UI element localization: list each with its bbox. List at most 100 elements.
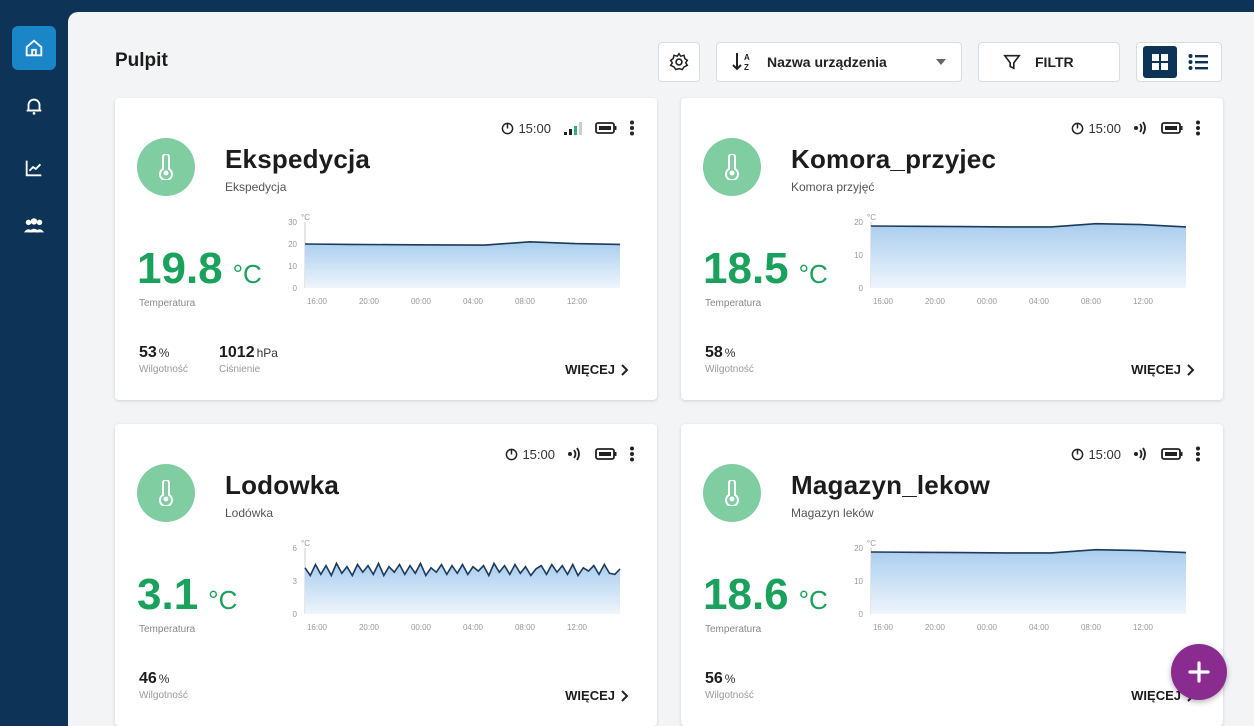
y-tick-label: 10	[854, 577, 863, 586]
humidity-unit: %	[724, 672, 736, 686]
x-tick-label: 20:00	[359, 297, 380, 306]
x-tick-label: 16:00	[307, 623, 328, 632]
y-tick-label: 6	[293, 544, 298, 553]
wifi-signal-icon	[568, 447, 580, 461]
y-tick-label: 30	[288, 218, 297, 227]
temperature-value: 19.8	[137, 244, 223, 293]
pressure-value: 1012	[219, 344, 255, 361]
temperature-label: Temperatura	[139, 298, 196, 309]
last-update-time: 15:00	[522, 446, 555, 462]
y-tick-label: 0	[859, 284, 864, 293]
y-tick-label: 3	[293, 577, 298, 586]
wifi-signal-icon	[1134, 121, 1146, 135]
y-tick-label: 20	[288, 240, 297, 249]
x-tick-label: 04:00	[463, 623, 484, 632]
pressure-unit: hPa	[256, 346, 278, 360]
sort-label: Nazwa urządzenia	[767, 54, 887, 70]
sort-dropdown[interactable]: AZ Nazwa urządzenia	[716, 42, 962, 82]
sort-az-icon: AZ	[732, 53, 750, 72]
series-area	[871, 549, 1186, 614]
y-tick-label: 0	[859, 610, 864, 619]
more-options-icon[interactable]	[1195, 446, 1201, 462]
plus-icon	[1188, 661, 1210, 683]
temperature-chart: 6 3 0 °C 16:00 20:00 00:00 04:00 08:00 12:00	[293, 539, 621, 632]
device-name: Magazyn_lekow	[791, 470, 991, 500]
temperature-value: 18.6	[703, 570, 789, 619]
sidebar-item-users[interactable]	[12, 204, 56, 248]
x-tick-label: 08:00	[1081, 623, 1102, 632]
clock-icon	[506, 448, 518, 460]
x-tick-label: 12:00	[1133, 297, 1154, 306]
x-tick-label: 04:00	[463, 297, 484, 306]
x-tick-label: 04:00	[1029, 297, 1050, 306]
x-tick-label: 12:00	[567, 623, 588, 632]
temperature-chart: 20 10 0 °C 16:00 20:00 00:00 04:00 08:00 12:00	[854, 213, 1187, 306]
y-axis-unit: °C	[301, 213, 310, 222]
y-tick-label: 0	[293, 610, 298, 619]
humidity-value: 53	[139, 344, 157, 361]
last-update: 15:00	[1071, 121, 1121, 136]
x-tick-label: 00:00	[411, 623, 432, 632]
more-options-icon[interactable]	[629, 120, 635, 136]
clock-icon	[502, 122, 514, 134]
more-label: WIĘCEJ	[1131, 362, 1181, 377]
device-name: Komora_przyjec	[791, 144, 997, 174]
thermometer-icon	[159, 480, 173, 506]
humidity-value: 56	[705, 670, 723, 687]
humidity-stat: 56% Wilgotność	[705, 670, 754, 701]
humidity-stat: 46% Wilgotność	[139, 670, 188, 701]
chevron-right-icon	[621, 689, 629, 702]
humidity-label: Wilgotność	[139, 690, 188, 701]
x-tick-label: 16:00	[307, 297, 328, 306]
device-name: Lodowka	[225, 470, 340, 500]
temperature-value-block: 18.5 °C	[703, 244, 828, 294]
caret-down-icon	[936, 59, 946, 65]
users-icon	[23, 218, 45, 233]
sidebar-nav	[0, 0, 68, 726]
y-tick-label: 20	[854, 218, 863, 227]
humidity-value: 58	[705, 344, 723, 361]
humidity-unit: %	[158, 346, 170, 360]
more-link[interactable]: WIĘCEJ	[1131, 362, 1195, 377]
more-link[interactable]: WIĘCEJ	[565, 362, 629, 377]
x-tick-label: 20:00	[925, 623, 946, 632]
sidebar-item-alerts[interactable]	[12, 84, 56, 128]
y-tick-label: 0	[293, 284, 298, 293]
humidity-value: 46	[139, 670, 157, 687]
list-view-button[interactable]	[1181, 46, 1215, 78]
humidity-stat: 53% Wilgotność	[139, 344, 188, 375]
last-update-time: 15:00	[1088, 120, 1121, 136]
more-options-icon[interactable]	[629, 446, 635, 462]
temperature-label: Temperatura	[139, 624, 196, 635]
card-status-bar: 15:00	[505, 446, 635, 462]
humidity-unit: %	[158, 672, 170, 686]
y-tick-label: 10	[288, 262, 297, 271]
filter-button[interactable]: FILTR	[978, 42, 1120, 82]
add-device-button[interactable]	[1171, 644, 1227, 700]
device-description: Lodówka	[225, 506, 274, 520]
temperature-label: Temperatura	[705, 624, 762, 635]
x-tick-label: 16:00	[873, 297, 894, 306]
temperature-chart: 30 20 10 0 °C 16:00 20:00 00:00 04:00 08:00 12:00	[288, 213, 621, 306]
clock-icon	[1072, 122, 1084, 134]
grid-view-button[interactable]	[1143, 46, 1177, 78]
x-tick-label: 00:00	[977, 623, 998, 632]
temperature-unit: °C	[208, 585, 238, 615]
clock-icon	[1072, 448, 1084, 460]
more-options-icon[interactable]	[1195, 120, 1201, 136]
sidebar-item-home[interactable]	[12, 26, 56, 70]
device-name: Ekspedycja	[225, 144, 371, 174]
sidebar-item-charts[interactable]	[12, 146, 56, 190]
wifi-signal-icon	[1134, 447, 1146, 461]
series-area	[871, 223, 1186, 288]
temperature-value-block: 19.8 °C	[137, 244, 262, 294]
y-axis-unit: °C	[301, 539, 310, 548]
battery-icon	[1161, 122, 1183, 134]
x-tick-label: 12:00	[567, 297, 588, 306]
filter-icon	[1003, 54, 1021, 70]
x-tick-label: 00:00	[977, 297, 998, 306]
last-update-time: 15:00	[1088, 446, 1121, 462]
more-link[interactable]: WIĘCEJ	[565, 688, 629, 703]
settings-button[interactable]	[658, 42, 700, 82]
temperature-unit: °C	[798, 585, 828, 615]
